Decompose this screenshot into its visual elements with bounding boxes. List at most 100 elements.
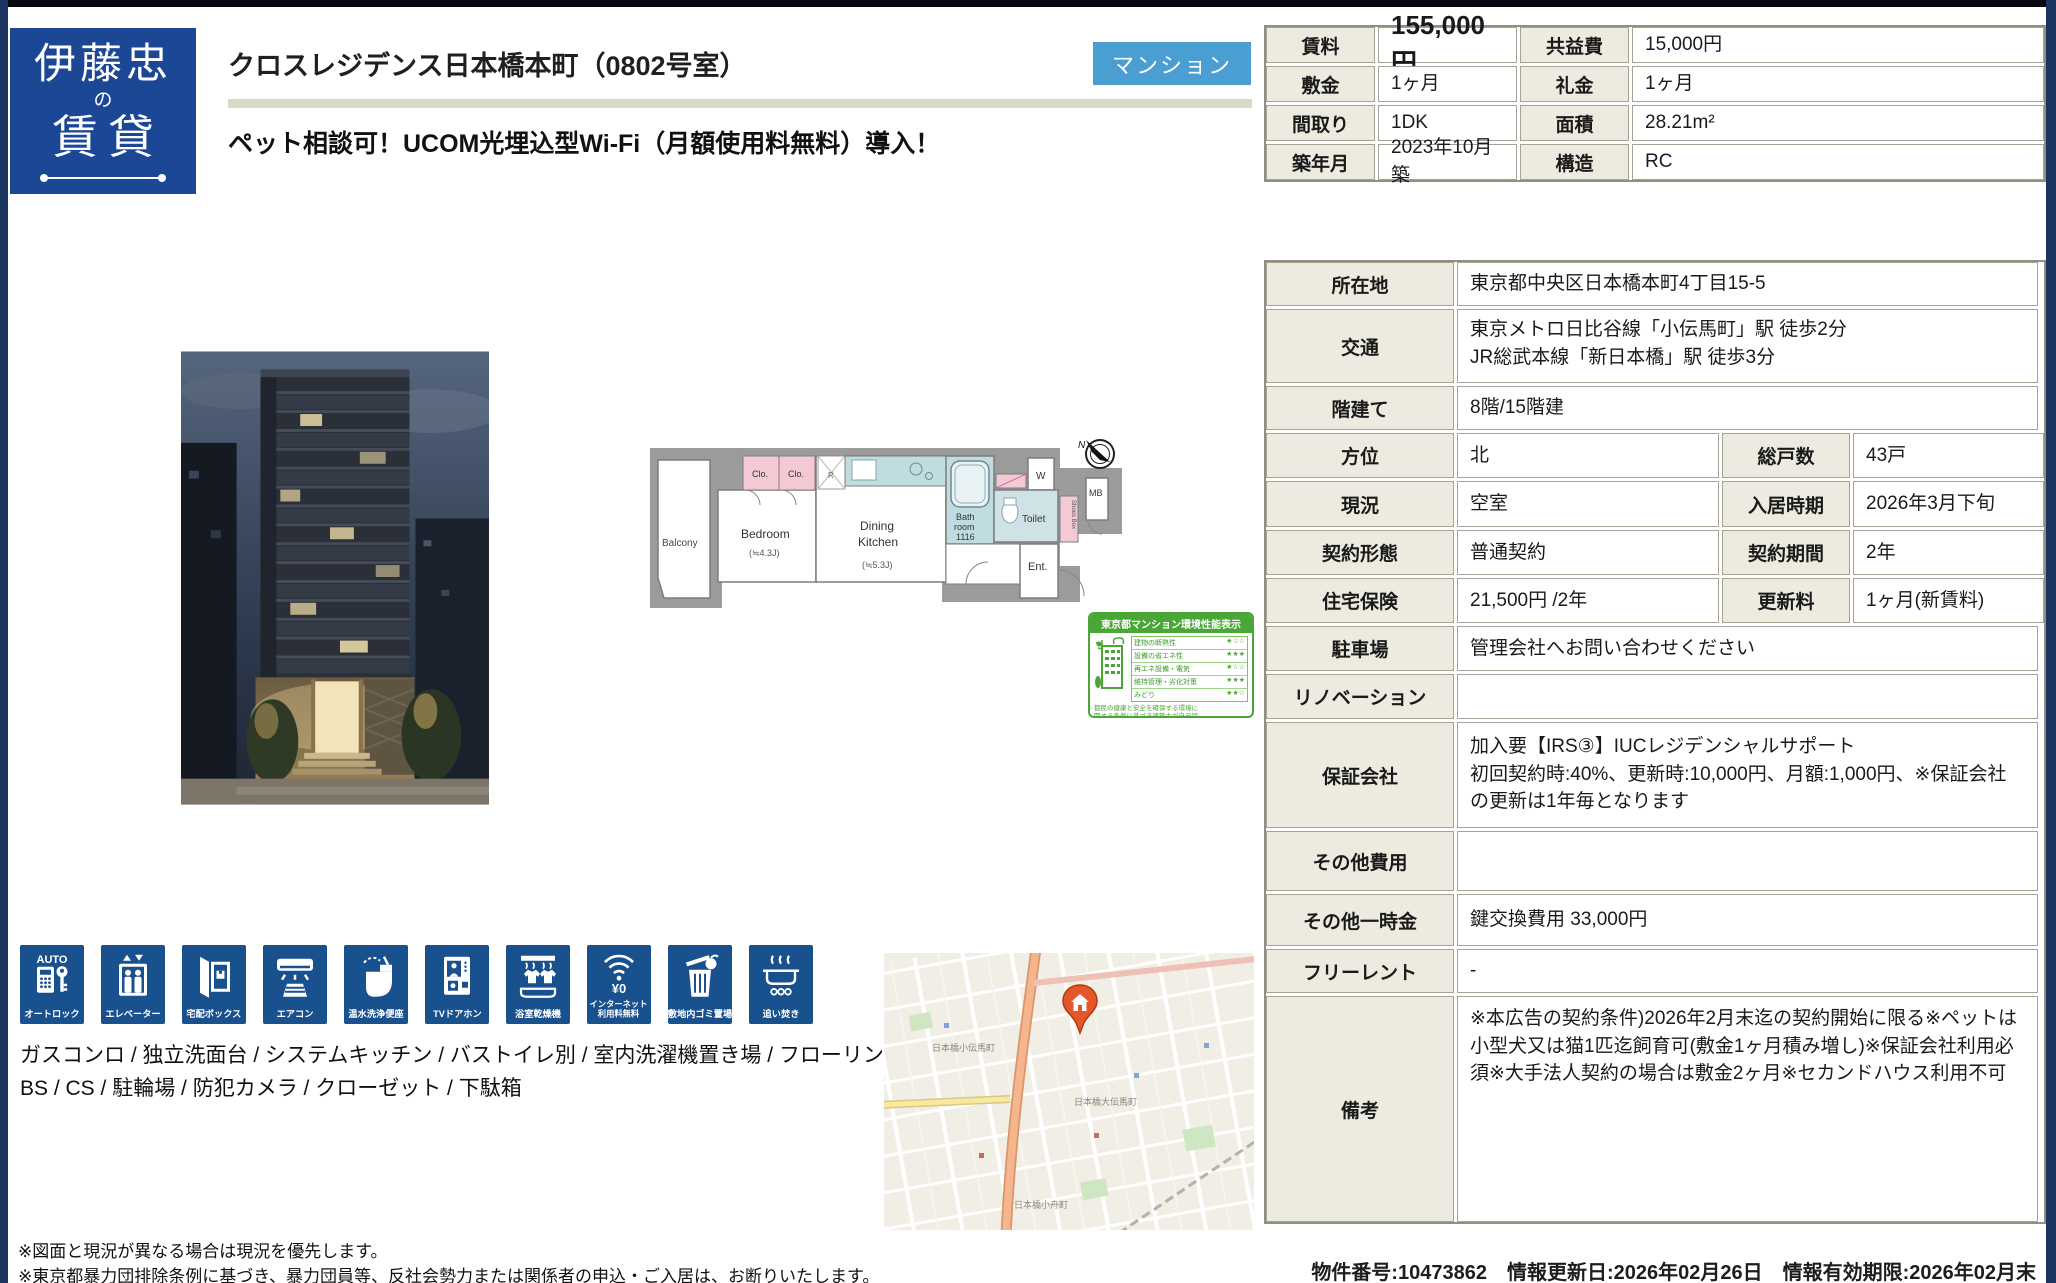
equipment-icon-row: AUTO オートロック エレベーター	[20, 945, 813, 1024]
bathroom-dryer-icon: 浴室乾燥機	[506, 945, 570, 1024]
built-label: 築年月	[1266, 144, 1375, 180]
compass-icon: N	[1078, 440, 1114, 468]
floorplan-fridge-label: R	[828, 471, 834, 480]
property-info: 物件番号:10473862 情報更新日:2026年02月26日 情報有効期限:2…	[1040, 1256, 2036, 1283]
deposit-label: 敷金	[1266, 66, 1375, 102]
floors-value: 8階/15階建	[1457, 386, 2038, 430]
summary-table: 賃料 155,000円 共益費 15,000円 敷金 1ヶ月 礼金 1ヶ月 間取…	[1264, 25, 2046, 182]
access-line2: JR総武本線「新日本橋」駅 徒歩3分	[1470, 344, 2025, 372]
parking-value: 管理会社へお問い合わせください	[1457, 626, 2038, 671]
icon-label: 宅配ボックス	[187, 1009, 242, 1020]
page-border-left	[0, 0, 8, 1283]
renewal-label: 更新料	[1722, 578, 1850, 623]
floorplan-closet1-label: Clo.	[752, 469, 768, 479]
table-row: フリーレント -	[1266, 949, 2044, 993]
itochu-chintai-logo: 伊藤忠 の 賃貸	[10, 28, 196, 194]
freerent-label: フリーレント	[1266, 949, 1454, 993]
floorplan-shoesbox-label: Shoes Box	[1070, 500, 1076, 529]
certificate-building-icon	[1094, 636, 1128, 692]
compass-n-label: N	[1078, 440, 1086, 451]
page-border-top	[0, 0, 2056, 7]
floorplan-dk-size: (≒5.3J)	[862, 560, 893, 570]
table-row: その他一時金 鍵交換費用 33,000円	[1266, 894, 2044, 946]
key-money-value: 1ヶ月	[1632, 66, 2044, 102]
icon-label: インターネット 利用料無料	[590, 1000, 648, 1019]
footer-notes: ※図面と現況が異なる場合は現況を優先します。 ※東京都暴力団排除条例に基づき、暴…	[18, 1240, 879, 1283]
direction-value: 北	[1457, 433, 1719, 478]
logo-line3: 賃貸	[52, 114, 164, 162]
floorplan-bedroom-label: Bedroom	[741, 527, 790, 541]
details-table: 所在地 東京都中央区日本橋本町4丁目15-5 交通 東京メトロ日比谷線「小伝馬町…	[1264, 260, 2046, 1224]
washlet-icon: 温水洗浄便座	[344, 945, 408, 1024]
area-label: 面積	[1520, 105, 1629, 141]
footer-note1: ※図面と現況が異なる場合は現況を優先します。	[18, 1240, 879, 1265]
parking-label: 駐車場	[1266, 626, 1454, 671]
amenities-list: ガスコンロ / 独立洗面台 / システムキッチン / バストイレ別 / 室内洗濯…	[20, 1040, 930, 1105]
key-money-label: 礼金	[1520, 66, 1629, 102]
table-row: 現況 空室 入居時期 2026年3月下旬	[1266, 481, 2044, 527]
contract-type-label: 契約形態	[1266, 530, 1454, 575]
deposit-value: 1ヶ月	[1378, 66, 1517, 102]
location-label: 所在地	[1266, 262, 1454, 306]
floorplan-bath-label1: Bath	[956, 512, 975, 522]
title-underline	[228, 99, 1252, 108]
floorplan-bedroom-size: (≒4.3J)	[749, 548, 780, 558]
delivery-box-icon: 宅配ボックス	[182, 945, 246, 1024]
contract-term-label: 契約期間	[1722, 530, 1850, 575]
icon-label: オートロック	[24, 1009, 79, 1020]
rent-label: 賃料	[1266, 27, 1375, 63]
other-fees-value	[1457, 831, 2038, 891]
floorplan-balcony-label: Balcony	[662, 538, 698, 549]
floorplan-closet2-label: Clo.	[788, 469, 804, 479]
map-district-label: 日本橋小舟町	[1014, 1199, 1068, 1210]
certificate-note: 都民の健康と安全を確保する環境に関する条例に基づき建築主が自己評価したものです。	[1094, 705, 1199, 718]
floorplan-dk-label1: Dining	[860, 519, 894, 533]
area-value: 28.21m²	[1632, 105, 2044, 141]
freerent-value: -	[1457, 949, 2038, 993]
floorplan-washer-label: W	[1036, 471, 1046, 482]
icon-label: エアコン	[277, 1009, 314, 1020]
units-label: 総戸数	[1722, 433, 1850, 478]
table-row: 駐車場 管理会社へお問い合わせください	[1266, 626, 2044, 671]
units-value: 43戸	[1853, 433, 2044, 478]
layout-label: 間取り	[1266, 105, 1375, 141]
table-row: 保証会社 加入要【IRS③】IUCレジデンシャルサポート 初回契約時:40%、更…	[1266, 722, 2044, 828]
cert-row-label: 維持管理・劣化対策	[1132, 676, 1219, 688]
floorplan-bath-label3: 1116	[956, 532, 975, 542]
other-fees-label: その他費用	[1266, 831, 1454, 891]
guarantor-line2: 初回契約時:40%、更新時:10,000円、月額:1,000円、※保証会社の更新…	[1470, 761, 2025, 816]
tv-doorphone-icon: TVドアホン	[425, 945, 489, 1024]
logo-line1: 伊藤忠	[34, 43, 172, 87]
map-district-label: 日本橋小伝馬町	[932, 1042, 995, 1053]
icon-label: 温水洗浄便座	[348, 1009, 403, 1020]
remarks-label: 備考	[1266, 996, 1454, 1222]
table-row: 住宅保険 21,500円 /2年 更新料 1ヶ月(新賃料)	[1266, 578, 2044, 623]
access-line1: 東京メトロ日比谷線「小伝馬町」駅 徒歩2分	[1470, 316, 2025, 344]
status-value: 空室	[1457, 481, 1719, 527]
floorplan-entrance-label: Ent.	[1028, 561, 1048, 573]
cert-row-label: 建物の断熱性	[1132, 637, 1219, 649]
icon-label: 追い焚き	[763, 1009, 800, 1020]
rent-value: 155,000円	[1378, 27, 1517, 63]
structure-value: RC	[1632, 144, 2044, 180]
map-district-label: 日本橋大伝馬町	[1074, 1096, 1137, 1107]
renewal-value: 1ヶ月(新賃料)	[1853, 578, 2044, 623]
icon-label: 敷地内ゴミ置場	[668, 1009, 732, 1020]
floorplan-mb-label: MB	[1089, 488, 1103, 498]
certificate-table: 建物の断熱性★☆☆ 設備の省エネ性★★★ 再エネ設備・電気★☆☆ 維持管理・劣化…	[1131, 636, 1248, 702]
location-value: 東京都中央区日本橋本町4丁目15-5	[1457, 262, 2038, 306]
guarantor-line1: 加入要【IRS③】IUCレジデンシャルサポート	[1470, 733, 2025, 761]
table-row: 築年月 2023年10月築 構造 RC	[1266, 144, 2044, 180]
contract-term-value: 2年	[1853, 530, 2044, 575]
internet-free-glyph: ¥0	[612, 981, 626, 996]
movein-value: 2026年3月下旬	[1853, 481, 2044, 527]
location-map: 日本橋小伝馬町 日本橋大伝馬町 日本橋小舟町	[884, 953, 1254, 1230]
onetime-label: その他一時金	[1266, 894, 1454, 946]
table-row: 交通 東京メトロ日比谷線「小伝馬町」駅 徒歩2分 JR総武本線「新日本橋」駅 徒…	[1266, 309, 2044, 383]
cert-row-stars: ★★★	[1219, 650, 1247, 662]
cert-row-stars: ★☆☆	[1219, 637, 1247, 649]
table-row: 賃料 155,000円 共益費 15,000円	[1266, 27, 2044, 63]
page-border-right	[2046, 0, 2056, 1283]
icon-label-line2: 利用料無料	[590, 1010, 648, 1020]
table-row: 所在地 東京都中央区日本橋本町4丁目15-5	[1266, 262, 2044, 306]
